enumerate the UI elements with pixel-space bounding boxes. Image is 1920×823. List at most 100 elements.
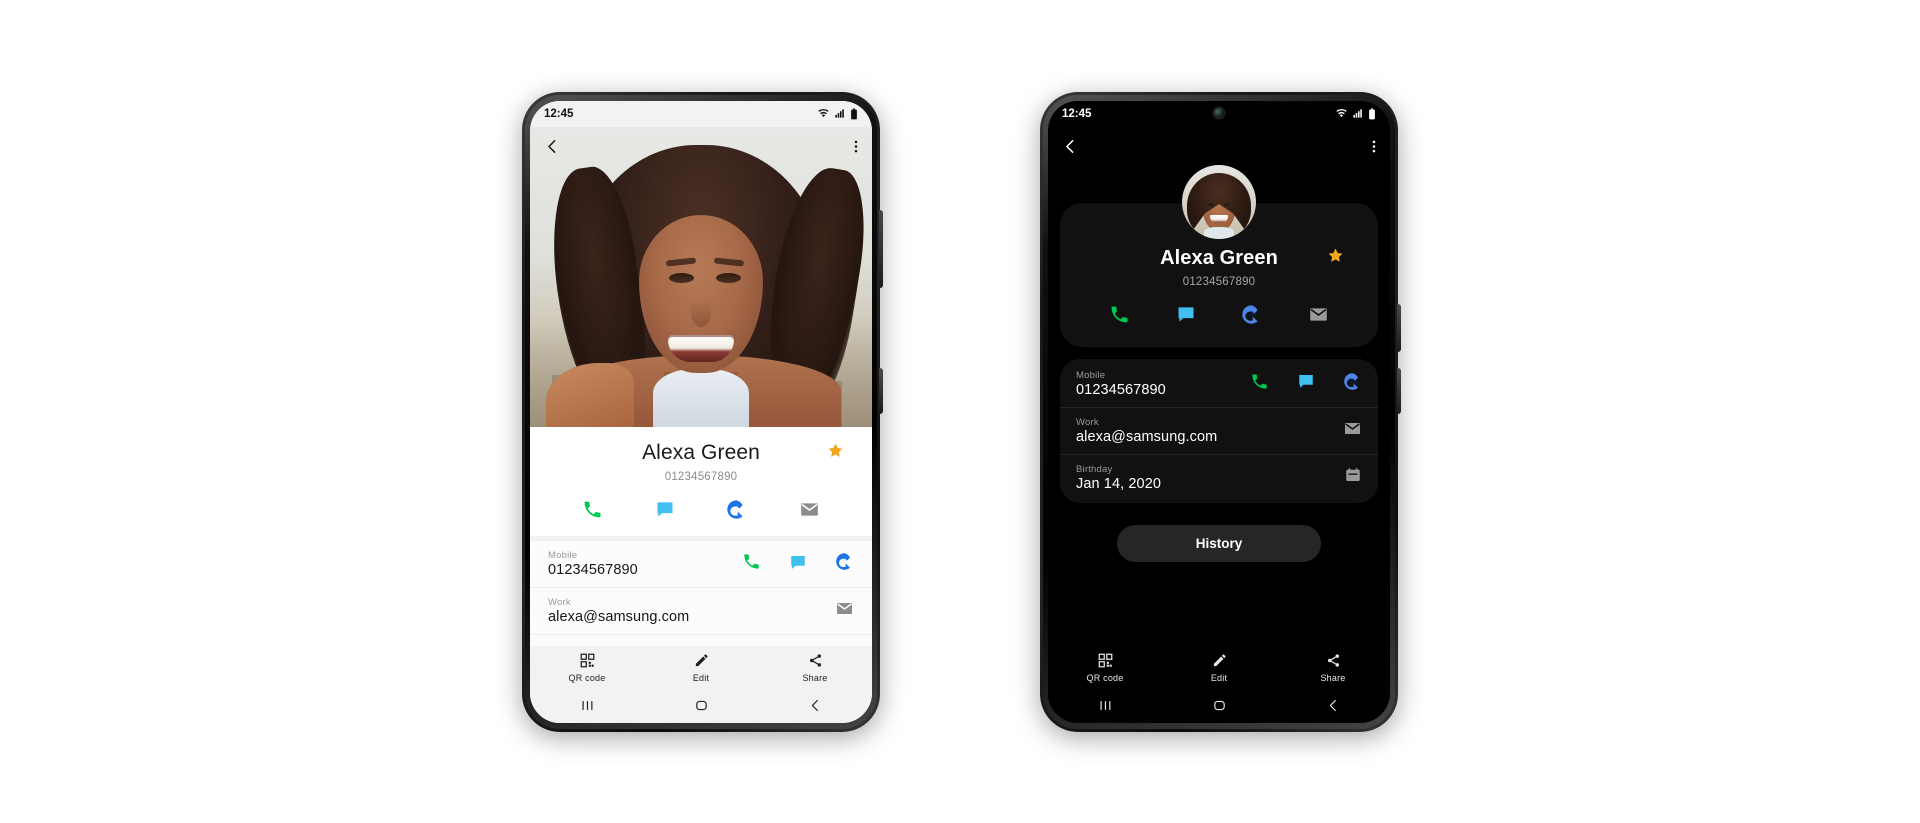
row-email-button[interactable] <box>835 599 854 623</box>
more-options-button[interactable] <box>1372 138 1376 155</box>
qr-code-icon <box>580 653 594 667</box>
quick-actions-row <box>530 483 872 526</box>
email-icon <box>1310 307 1327 321</box>
back-nav-button[interactable] <box>808 698 823 713</box>
duo-video-icon <box>1344 372 1358 390</box>
home-icon <box>1213 700 1225 711</box>
call-action-button[interactable] <box>582 499 603 520</box>
video-call-action-button[interactable] <box>726 499 747 520</box>
row-calendar-button[interactable] <box>1344 466 1362 489</box>
detail-text: Work alexa@samsung.com <box>548 597 835 625</box>
recents-button[interactable] <box>580 698 595 713</box>
row-video-call-button[interactable] <box>835 552 854 576</box>
home-button[interactable] <box>694 698 709 713</box>
photo-eye <box>669 272 694 283</box>
message-action-button[interactable] <box>655 499 675 519</box>
row-email-button[interactable] <box>1343 419 1362 443</box>
battery-icon <box>851 108 857 119</box>
status-bar-icons <box>817 108 858 120</box>
back-arrow-icon <box>548 140 556 153</box>
detail-row-mobile[interactable]: Mobile 01234567890 <box>1060 361 1378 407</box>
power-button[interactable] <box>879 367 883 414</box>
email-icon <box>836 603 853 615</box>
app-bar <box>530 127 872 167</box>
detail-label: Mobile <box>548 550 578 562</box>
history-button[interactable]: History <box>1117 524 1321 562</box>
avatar[interactable] <box>1182 164 1256 239</box>
detail-value: alexa@samsung.com <box>1076 428 1218 445</box>
email-action-button[interactable] <box>1308 304 1329 325</box>
contact-header-card: Alexa Green 01234567890 <box>530 426 872 536</box>
detail-actions <box>1250 372 1362 396</box>
volume-button[interactable] <box>1397 303 1401 352</box>
detail-text: Work alexa@samsung.com <box>1076 417 1343 445</box>
photo-smile <box>668 334 734 362</box>
back-icon <box>811 699 818 712</box>
qr-code-button[interactable]: QR code <box>1069 653 1141 683</box>
photo-tank-top <box>653 368 749 427</box>
video-call-action-button[interactable] <box>1241 304 1262 325</box>
edit-button[interactable]: Edit <box>1183 653 1255 683</box>
row-message-button[interactable] <box>789 553 807 576</box>
back-button[interactable] <box>544 138 561 155</box>
row-video-call-button[interactable] <box>1343 372 1362 396</box>
volume-button[interactable] <box>879 209 883 288</box>
detail-label: Birthday <box>1076 463 1113 475</box>
qr-code-label: QR code <box>1086 672 1124 683</box>
back-arrow-icon <box>1066 140 1074 153</box>
email-action-button[interactable] <box>799 499 820 520</box>
message-action-button[interactable] <box>1176 304 1196 324</box>
email-icon <box>1344 422 1361 434</box>
detail-row-work[interactable]: Work alexa@samsung.com <box>1060 406 1378 454</box>
avatar-eye <box>1208 202 1214 206</box>
contact-details-list: Mobile 01234567890 Work alexa@samsung.co… <box>530 541 872 646</box>
detail-row-mobile[interactable]: Mobile 01234567890 <box>530 541 872 587</box>
home-button[interactable] <box>1212 698 1227 713</box>
edit-button[interactable]: Edit <box>665 653 737 683</box>
battery-icon <box>1369 108 1375 119</box>
detail-row-birthday[interactable]: Birthday <box>530 634 872 645</box>
more-options-icon <box>854 140 858 153</box>
recents-icon <box>1100 701 1110 710</box>
status-bar-time: 12:45 <box>544 107 574 120</box>
photo-nose <box>691 298 711 327</box>
duo-video-icon <box>1242 304 1258 324</box>
duo-video-icon <box>727 499 743 519</box>
detail-actions <box>742 552 854 576</box>
phone-icon <box>1252 373 1267 389</box>
status-bar-icons <box>1335 108 1376 120</box>
share-button[interactable]: Share <box>1297 653 1369 683</box>
favorite-star-button[interactable] <box>827 442 844 464</box>
contact-name-row: Alexa Green <box>530 441 872 465</box>
share-icon <box>809 653 821 667</box>
back-button[interactable] <box>1062 138 1079 155</box>
android-nav-bar <box>530 688 872 723</box>
recents-button[interactable] <box>1098 698 1113 713</box>
detail-value: Jan 14, 2020 <box>1076 475 1162 492</box>
phone-screen-light: 12:45 Alexa Green 01234567890 Mobile 012… <box>530 100 872 723</box>
contact-header-wrap: Alexa Green 01234567890 <box>1048 164 1390 347</box>
detail-row-birthday[interactable]: Birthday Jan 14, 2020 <box>1060 453 1378 501</box>
call-action-button[interactable] <box>1109 304 1130 325</box>
message-icon <box>657 502 673 517</box>
row-call-button[interactable] <box>1250 372 1269 396</box>
detail-value: 01234567890 <box>1076 381 1166 398</box>
calendar-icon <box>1346 468 1360 481</box>
detail-row-work[interactable]: Work alexa@samsung.com <box>530 587 872 634</box>
share-button[interactable]: Share <box>779 653 851 683</box>
share-icon <box>1327 653 1339 667</box>
phone-screen-dark: 12:45 Alexa Green 01234567890 Mobile 012… <box>1048 100 1390 723</box>
detail-text: Mobile 01234567890 <box>1076 370 1250 398</box>
photo-eye <box>716 272 741 283</box>
detail-actions <box>1344 466 1362 489</box>
more-options-button[interactable] <box>854 138 858 155</box>
favorite-star-button[interactable] <box>1327 247 1344 269</box>
back-nav-button[interactable] <box>1326 698 1341 713</box>
row-call-button[interactable] <box>742 552 761 576</box>
qr-code-icon <box>1098 653 1112 667</box>
contact-photo[interactable] <box>530 126 872 427</box>
row-message-button[interactable] <box>1297 372 1315 395</box>
power-button[interactable] <box>1397 367 1401 414</box>
qr-code-button[interactable]: QR code <box>551 653 623 683</box>
